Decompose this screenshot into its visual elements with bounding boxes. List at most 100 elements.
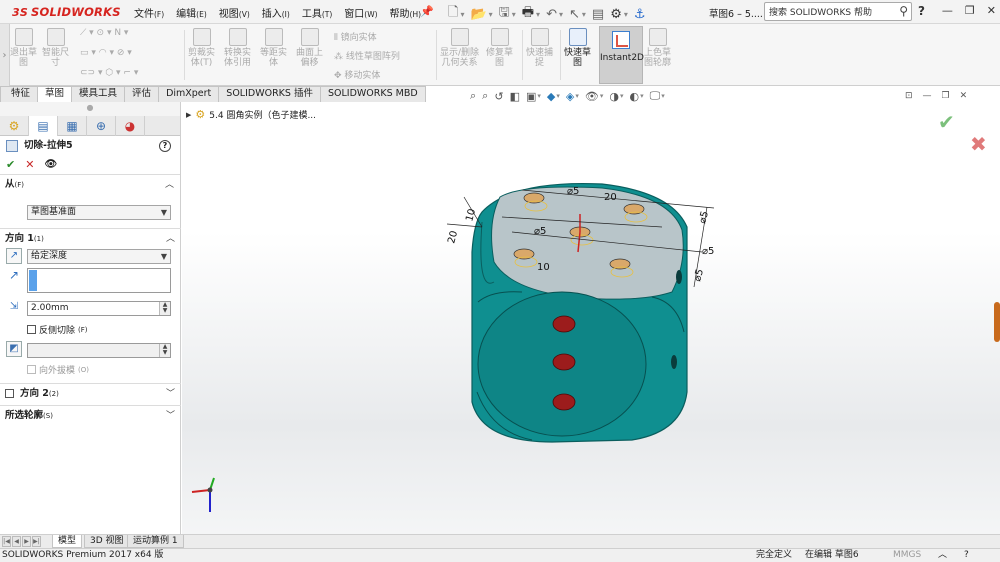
- reference-triad-icon[interactable]: [191, 477, 215, 512]
- instant2d-button[interactable]: Instant2D: [599, 26, 644, 84]
- section-view-icon[interactable]: ◧: [510, 90, 520, 103]
- display-style-icon[interactable]: ◈: [566, 90, 574, 103]
- undo-icon[interactable]: ↶: [546, 7, 557, 22]
- tab-model[interactable]: 模型: [52, 535, 83, 548]
- solidworks-logo[interactable]: 3S SOLIDWORKS: [12, 4, 121, 20]
- help-question-icon[interactable]: ?: [159, 140, 171, 152]
- quick-snaps-button[interactable]: 快速捕捉: [526, 28, 553, 68]
- dim-label[interactable]: 20: [604, 192, 617, 203]
- chevron-down-icon[interactable]: ▾: [556, 92, 560, 100]
- previous-view-icon[interactable]: ↺: [494, 90, 503, 103]
- cancel-x-icon[interactable]: ✕: [25, 158, 34, 171]
- viewport-minimize-icon[interactable]: —: [923, 91, 932, 101]
- ok-checkmark-icon[interactable]: ✔: [6, 158, 15, 171]
- tab-mbd[interactable]: SOLIDWORKS MBD: [319, 86, 426, 102]
- print-icon[interactable]: 🖶: [522, 3, 534, 25]
- smart-dimension-button[interactable]: 智能尺寸: [42, 28, 69, 68]
- reverse-direction-icon[interactable]: ↗: [6, 248, 22, 264]
- unit-system[interactable]: MMGS: [893, 549, 921, 562]
- dim-label[interactable]: ⌀5: [702, 246, 714, 257]
- checkbox-box[interactable]: [27, 365, 36, 374]
- spin-arrows-icon[interactable]: ▲ ▼: [159, 344, 170, 357]
- chevron-up-icon[interactable]: ︿: [165, 175, 174, 195]
- last-tab-icon[interactable]: ▶|: [32, 536, 41, 547]
- pin-icon[interactable]: 📌: [420, 5, 434, 18]
- dim-label[interactable]: ⌀5: [534, 226, 546, 237]
- depth-input[interactable]: 2.00mm ▲ ▼: [27, 301, 171, 316]
- viewport-tile-icon[interactable]: ⊡: [905, 91, 913, 101]
- draft-outward-checkbox[interactable]: 向外拔模 (O): [27, 363, 89, 376]
- rapid-sketch-button[interactable]: 快速草图: [564, 28, 591, 68]
- menu-window[interactable]: 窗口(W): [338, 5, 383, 20]
- displaymanager-icon[interactable]: ◕: [116, 116, 145, 136]
- dim-label[interactable]: 20: [446, 230, 460, 245]
- graphics-area[interactable]: ▶ ⚙ 5.4 圆角实例（色子建模... ✔ ✖ 10 20 ⌀5 20 ⌀5 …: [182, 102, 1000, 534]
- offset-entities-button[interactable]: 等距实体: [260, 28, 287, 68]
- search-input[interactable]: 搜索 SOLIDWORKS 帮助 ⚲: [764, 2, 912, 21]
- hide-show-icon[interactable]: 👁: [585, 90, 599, 103]
- propertymanager-icon[interactable]: ▤: [29, 116, 58, 136]
- chevron-down-icon[interactable]: ▾: [620, 92, 624, 100]
- display-delete-relations-button[interactable]: 显示/删除 几何关系: [440, 28, 479, 68]
- slot-tool-icon[interactable]: ⊂⊃ ▾ ⬡ ▾ ⌐ ▾: [80, 68, 138, 78]
- tab-mold-tools[interactable]: 模具工具: [71, 86, 126, 102]
- edit-appearance-icon[interactable]: ◑: [609, 90, 619, 103]
- dynamic-annotation-icon[interactable]: ▣: [526, 90, 536, 103]
- selected-contours-section-header[interactable]: 所选轮廓(S) ﹀: [0, 405, 181, 425]
- tab-sketch[interactable]: 草图: [37, 86, 73, 102]
- dim-label[interactable]: 10: [464, 208, 478, 223]
- dimxpertmanager-icon[interactable]: ⊕: [87, 116, 116, 136]
- featuremanager-tree-icon[interactable]: ⚙: [0, 116, 29, 136]
- dim-label[interactable]: ⌀5: [692, 268, 706, 283]
- chevron-down-icon[interactable]: ▾: [512, 10, 516, 19]
- chevron-down-icon[interactable]: ▾: [582, 10, 586, 19]
- flip-side-to-cut-checkbox[interactable]: 反侧切除 (F): [27, 323, 88, 336]
- view-orientation-icon[interactable]: ◆: [547, 90, 555, 103]
- move-entities-item[interactable]: ✥ 移动实体: [334, 68, 380, 81]
- chevron-down-icon[interactable]: ﹀: [166, 406, 175, 426]
- chevron-down-icon[interactable]: ▾: [559, 10, 563, 19]
- chevron-down-icon[interactable]: ▾: [600, 92, 604, 100]
- menu-insert[interactable]: 插入(I): [256, 5, 296, 20]
- repair-sketch-button[interactable]: 修复草图: [486, 28, 513, 68]
- tab-evaluate[interactable]: 评估: [124, 86, 160, 102]
- die-top-face[interactable]: [491, 186, 684, 300]
- trim-entities-button[interactable]: 剪裁实 体(T): [188, 28, 215, 68]
- tab-motion-study-1[interactable]: 运动算例 1: [127, 535, 184, 548]
- chevron-down-icon[interactable]: ▾: [575, 92, 579, 100]
- rebuild-icon[interactable]: ▤: [592, 7, 604, 22]
- chevron-down-icon[interactable]: ▾: [640, 92, 644, 100]
- viewport-close-icon[interactable]: ✕: [960, 91, 968, 101]
- direction1-section-header[interactable]: 方向 1(1) ︿: [0, 228, 181, 248]
- zoom-to-area-icon[interactable]: ⌕: [482, 89, 488, 103]
- line-tool-icon[interactable]: ⟋ ▾ ⊙ ▾ Ν ▾: [80, 28, 128, 38]
- tab-dimxpert[interactable]: DimXpert: [158, 86, 220, 102]
- offset-on-surface-button[interactable]: 曲面上 偏移: [296, 28, 323, 68]
- direction2-section-header[interactable]: 方向 2(2) ﹀: [0, 383, 181, 403]
- menu-file[interactable]: 文件(F): [128, 5, 170, 20]
- direction2-checkbox[interactable]: [5, 389, 14, 398]
- shaded-sketch-contours-button[interactable]: 上色草 图轮廓: [644, 28, 671, 68]
- tab-addins[interactable]: SOLIDWORKS 插件: [218, 86, 321, 102]
- save-icon[interactable]: 🖫: [499, 3, 510, 25]
- restore-icon[interactable]: ❐: [965, 4, 975, 17]
- options-gear-icon[interactable]: ⚙: [610, 7, 622, 22]
- dim-label[interactable]: ⌀5: [567, 186, 579, 197]
- customize-chevron-icon[interactable]: ︿: [938, 549, 947, 562]
- next-tab-icon[interactable]: ▶: [22, 536, 31, 547]
- direction-of-extrusion-listbox[interactable]: [27, 268, 171, 293]
- tab-features[interactable]: 特征: [0, 86, 39, 102]
- draft-angle-input[interactable]: ▲ ▼: [27, 343, 171, 358]
- minimize-icon[interactable]: —: [942, 4, 953, 17]
- chevron-down-icon[interactable]: ▾: [460, 10, 464, 19]
- checkbox-box[interactable]: [27, 325, 36, 334]
- rectangle-tool-icon[interactable]: ▭ ▾ ◠ ▾ ⊘ ▾: [80, 48, 132, 58]
- expand-commandmanager-icon[interactable]: ›: [0, 24, 10, 86]
- draft-icon[interactable]: ◩: [6, 341, 22, 357]
- exit-sketch-button[interactable]: 退出草图: [10, 28, 37, 68]
- apply-scene-icon[interactable]: ◐: [629, 90, 639, 103]
- spin-arrows-icon[interactable]: ▲ ▼: [159, 302, 170, 315]
- select-arrow-icon[interactable]: ↖: [569, 7, 580, 22]
- close-icon[interactable]: ✕: [987, 4, 996, 17]
- new-document-icon[interactable]: 🗋: [448, 3, 458, 25]
